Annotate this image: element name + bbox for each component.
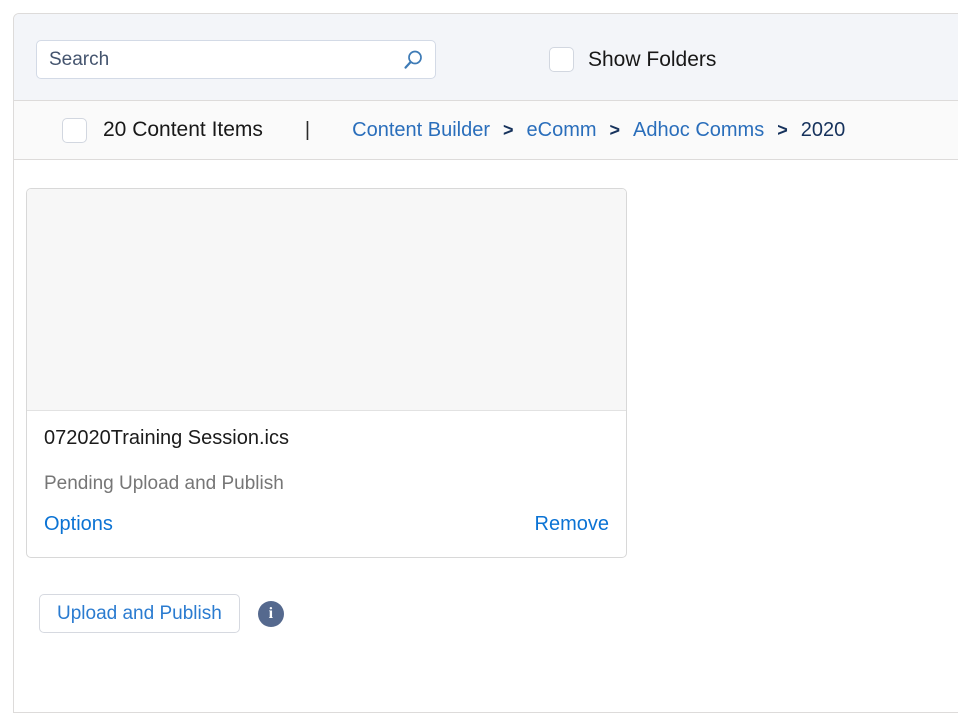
breadcrumb-bar: 20 Content Items | Content Builder > eCo…: [14, 101, 958, 160]
search-field-wrapper[interactable]: [36, 40, 436, 79]
footer-actions: Upload and Publish i: [39, 594, 284, 633]
asset-card[interactable]: 072020Training Session.ics Pending Uploa…: [26, 188, 627, 558]
show-folders-checkbox[interactable]: [549, 47, 574, 72]
content-area: 072020Training Session.ics Pending Uploa…: [14, 160, 958, 660]
search-input[interactable]: [37, 41, 392, 78]
breadcrumb: Content Builder > eComm > Adhoc Comms > …: [352, 119, 845, 142]
asset-remove-link[interactable]: Remove: [535, 513, 609, 536]
search-icon[interactable]: [402, 49, 424, 71]
show-folders-label: Show Folders: [588, 47, 717, 71]
breadcrumb-item-content-builder[interactable]: Content Builder: [352, 119, 490, 142]
breadcrumb-separator: >: [503, 119, 514, 140]
content-selector-panel: Show Folders 20 Content Items | Content …: [13, 13, 958, 713]
breadcrumb-separator: >: [777, 119, 788, 140]
upload-and-publish-button[interactable]: Upload and Publish: [39, 594, 240, 633]
breadcrumb-item-current: 2020: [800, 118, 846, 141]
asset-options-link[interactable]: Options: [44, 513, 113, 536]
info-icon[interactable]: i: [257, 600, 284, 627]
asset-actions: Options Remove: [44, 513, 609, 536]
asset-status: Pending Upload and Publish: [44, 473, 284, 494]
content-item-count: 20 Content Items: [103, 118, 263, 141]
asset-thumbnail: [27, 189, 626, 411]
show-folders-toggle[interactable]: Show Folders: [549, 47, 716, 72]
asset-filename: 072020Training Session.ics: [44, 427, 289, 449]
toolbar-divider: |: [304, 119, 311, 141]
breadcrumb-separator: >: [609, 119, 621, 140]
search-header: Show Folders: [14, 14, 958, 101]
select-all-checkbox[interactable]: [62, 117, 87, 143]
breadcrumb-item-adhoc-comms[interactable]: Adhoc Comms: [633, 119, 764, 142]
breadcrumb-item-ecomm[interactable]: eComm: [527, 119, 597, 142]
